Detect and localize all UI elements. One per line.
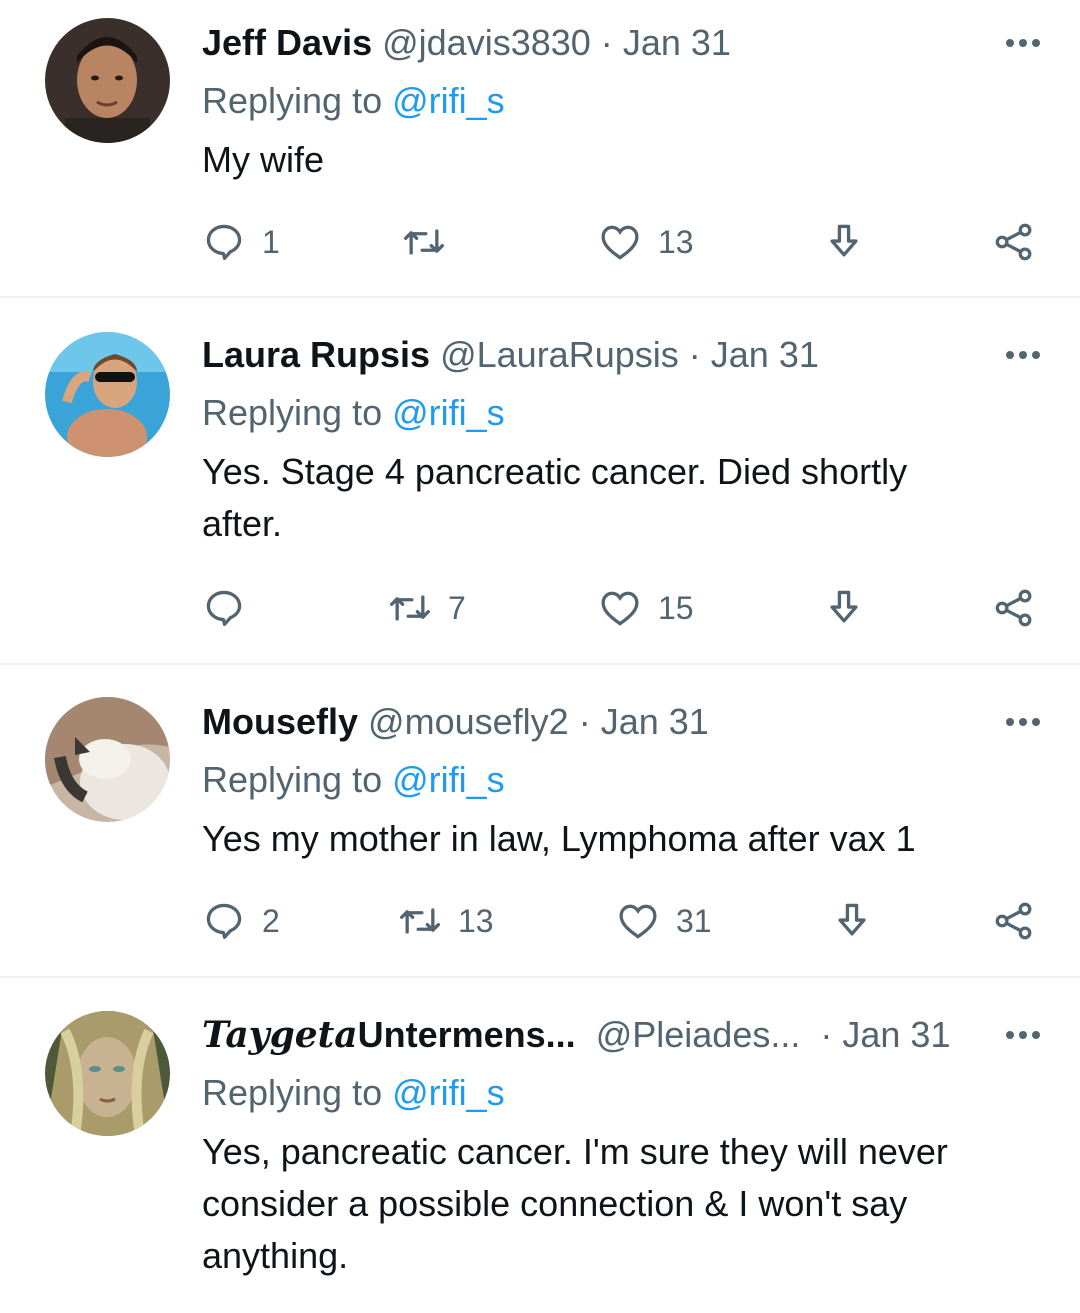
user-handle[interactable]: @Pleiades...: [596, 1014, 801, 1055]
tweet-text-line: Yes my mother in law, Lymphoma after vax…: [202, 818, 916, 859]
avatar[interactable]: [45, 1011, 170, 1136]
replying-prefix: Replying to: [202, 1072, 393, 1113]
download-button[interactable]: [822, 578, 866, 638]
share-icon: [995, 589, 1032, 627]
reply-bubble-icon: [206, 590, 242, 626]
replying-prefix: Replying to: [202, 759, 393, 800]
tweet-text-line: consider a possible connection & I won't…: [202, 1183, 908, 1224]
tweet-date[interactable]: Jan 31: [842, 1014, 950, 1055]
reply-bubble-icon: [206, 224, 242, 260]
avatar[interactable]: [45, 18, 170, 143]
reply-button[interactable]: [202, 578, 262, 638]
replying-to: Replying to @rifi_s: [202, 384, 1040, 442]
retweet-button[interactable]: [402, 212, 462, 272]
tweet-header: Jeff Davis @jdavis3830 · Jan 31: [202, 14, 1040, 72]
heart-icon: [601, 225, 639, 260]
replying-to: Replying to @rifi_s: [202, 72, 1040, 130]
user-handle[interactable]: @jdavis3830: [382, 22, 591, 63]
reply-button[interactable]: 1: [202, 212, 280, 272]
download-arrow-icon: [830, 590, 858, 623]
display-name[interactable]: Jeff Davis: [202, 22, 372, 63]
avatar[interactable]: [45, 332, 170, 457]
tweet-text: Yes, pancreatic cancer. I'm sure they wi…: [202, 1126, 1040, 1282]
share-icon: [995, 902, 1032, 940]
tweet-date[interactable]: Jan 31: [601, 701, 709, 742]
like-count: 13: [658, 223, 694, 260]
retweet-count: 13: [458, 902, 494, 939]
mention-link[interactable]: @rifi_s: [392, 1072, 505, 1113]
tweet-text-line: Yes. Stage 4 pancreatic cancer. Died sho…: [202, 451, 908, 492]
replying-prefix: Replying to: [202, 392, 393, 433]
retweet-button[interactable]: 13: [398, 891, 494, 951]
retweet-icon: [390, 595, 430, 621]
avatar[interactable]: [45, 697, 170, 822]
tweet-header: Mousefly @mousefly2 · Jan 31: [202, 693, 1040, 751]
tweet-text: Yes my mother in law, Lymphoma after vax…: [202, 813, 1040, 865]
display-name-fancy[interactable]: Taygeta: [202, 1014, 358, 1056]
like-count: 31: [676, 902, 712, 939]
reply-count: 2: [262, 902, 280, 939]
download-arrow-icon: [830, 224, 858, 257]
display-name[interactable]: Untermens...: [358, 1014, 576, 1055]
tweet-text: My wife: [202, 134, 1040, 186]
like-button[interactable]: 15: [598, 578, 694, 638]
more-dots-icon[interactable]: [990, 1006, 1040, 1064]
replying-to: Replying to @rifi_s: [202, 751, 1040, 809]
share-button[interactable]: [992, 212, 1036, 272]
tweet-text-line: Yes, pancreatic cancer. I'm sure they wi…: [202, 1131, 948, 1172]
display-name[interactable]: Mousefly: [202, 701, 358, 742]
mention-link[interactable]: @rifi_s: [392, 759, 505, 800]
replying-prefix: Replying to: [202, 80, 393, 121]
share-button[interactable]: [992, 578, 1036, 638]
tweet-jeff-davis[interactable]: Jeff Davis @jdavis3830 · Jan 31 Replying…: [0, 0, 1080, 298]
share-button[interactable]: [992, 891, 1036, 951]
retweet-count: 7: [448, 589, 466, 626]
user-handle[interactable]: @mousefly2: [368, 701, 569, 742]
tweet-text-line: after.: [202, 503, 283, 544]
reply-count: 1: [262, 223, 280, 260]
tweet-header: Laura Rupsis @LauraRupsis · Jan 31: [202, 326, 1040, 384]
separator-dot: ·: [688, 334, 701, 375]
display-name[interactable]: Laura Rupsis: [202, 334, 430, 375]
retweet-button[interactable]: 7: [388, 578, 466, 638]
tweet-header: TaygetaUntermens... @Pleiades... · Jan 3…: [202, 1006, 1040, 1064]
tweet-text: Yes. Stage 4 pancreatic cancer. Died sho…: [202, 446, 1040, 550]
share-icon: [995, 223, 1032, 261]
download-button[interactable]: [830, 891, 874, 951]
more-dots-icon[interactable]: [990, 326, 1040, 384]
tweet-mousefly[interactable]: Mousefly @mousefly2 · Jan 31 Replying to…: [0, 665, 1080, 978]
tweet-date[interactable]: Jan 31: [623, 22, 731, 63]
reply-bubble-icon: [206, 903, 242, 939]
heart-icon: [601, 591, 639, 626]
like-count: 15: [658, 589, 694, 626]
user-handle[interactable]: @LauraRupsis: [440, 334, 679, 375]
like-button[interactable]: 13: [598, 212, 694, 272]
retweet-icon: [404, 229, 444, 255]
replying-to: Replying to @rifi_s: [202, 1064, 1040, 1122]
separator-dot: ·: [600, 22, 613, 63]
tweet-text-line: anything.: [202, 1235, 349, 1276]
tweet-date[interactable]: Jan 31: [711, 334, 819, 375]
download-arrow-icon: [838, 903, 866, 936]
separator-dot: ·: [578, 701, 591, 742]
separator-dot: ·: [820, 1014, 833, 1055]
tweet-text-line: My wife: [202, 139, 325, 180]
tweet-taygeta[interactable]: TaygetaUntermens... @Pleiades... · Jan 3…: [0, 978, 1080, 1313]
more-dots-icon[interactable]: [990, 693, 1040, 751]
reply-button[interactable]: 2: [202, 891, 280, 951]
like-button[interactable]: 31: [616, 891, 712, 951]
mention-link[interactable]: @rifi_s: [392, 392, 505, 433]
tweet-laura-rupsis[interactable]: Laura Rupsis @LauraRupsis · Jan 31 Reply…: [0, 298, 1080, 665]
download-button[interactable]: [822, 212, 866, 272]
retweet-icon: [400, 908, 440, 934]
mention-link[interactable]: @rifi_s: [392, 80, 505, 121]
more-dots-icon[interactable]: [990, 14, 1040, 72]
heart-icon: [619, 904, 657, 939]
